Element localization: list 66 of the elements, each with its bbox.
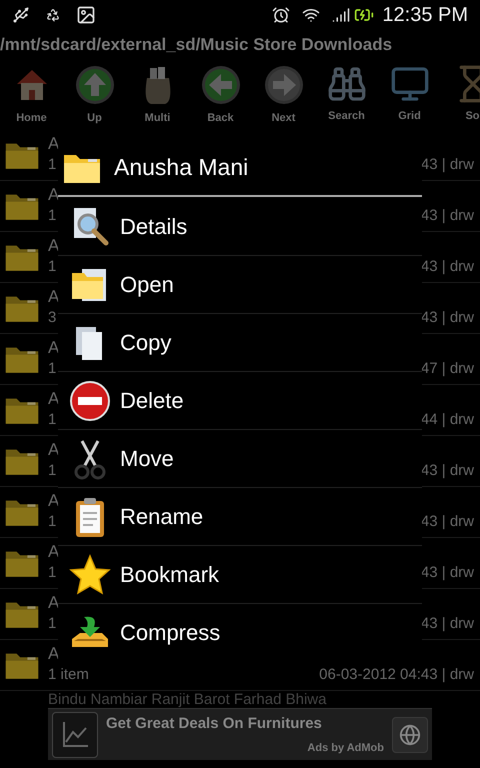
file-name: A bbox=[48, 286, 60, 307]
menu-item[interactable]: Delete bbox=[58, 371, 422, 429]
chart-icon bbox=[52, 712, 98, 758]
file-count: 1 bbox=[48, 358, 56, 379]
file-count: 1 bbox=[48, 410, 56, 430]
file-name: A bbox=[48, 338, 60, 358]
ad-footer: Ads by AdMob bbox=[307, 740, 384, 756]
toolbar-button[interactable]: Back bbox=[189, 60, 252, 130]
menu-item[interactable]: Copy bbox=[58, 313, 422, 371]
file-info: 43 | drw bbox=[420, 562, 474, 583]
file-info: 43 | drw bbox=[420, 206, 474, 226]
file-info: 43 | drw bbox=[420, 308, 474, 328]
file-info: 43 | drw bbox=[420, 614, 474, 634]
toolbar-button[interactable]: Search bbox=[315, 60, 378, 130]
menu-item[interactable]: Open bbox=[58, 255, 422, 313]
usb-icon bbox=[12, 6, 30, 24]
file-count: 1 bbox=[48, 614, 56, 634]
file-count: 1 bbox=[48, 256, 56, 277]
file-name: A bbox=[48, 490, 60, 511]
file-count: 1 bbox=[48, 154, 56, 175]
file-count: 1 bbox=[48, 562, 56, 583]
signal-icon bbox=[332, 6, 350, 24]
file-info: 43 | drw bbox=[420, 154, 474, 175]
file-info: 47 | drw bbox=[420, 358, 474, 379]
toolbar-button[interactable]: Home bbox=[0, 60, 63, 130]
file-count: 1 bbox=[48, 460, 56, 481]
file-name: A bbox=[48, 184, 60, 205]
clock: 12:35 PM bbox=[382, 3, 468, 28]
no-entry-icon bbox=[68, 378, 112, 422]
wifi-icon bbox=[302, 6, 320, 24]
file-name: A bbox=[48, 644, 60, 664]
file-name: A bbox=[48, 134, 60, 154]
file-name: A bbox=[48, 440, 60, 460]
menu-item[interactable]: Rename bbox=[58, 487, 422, 545]
toolbar-button[interactable]: So bbox=[441, 60, 480, 130]
file-info: 43 | drw bbox=[420, 256, 474, 277]
star-icon bbox=[68, 552, 112, 596]
file-name: Bindu Nambiar Ranjit Barot Farhad Bhiwa bbox=[48, 691, 326, 708]
file-count: 1 item bbox=[48, 664, 89, 685]
file-name: A bbox=[48, 388, 60, 409]
toolbar-button[interactable]: Grid bbox=[378, 60, 441, 130]
menu-title: Anusha Mani bbox=[114, 153, 248, 182]
file-count: 1 bbox=[48, 512, 56, 532]
path-text: /mnt/sdcard/external_sd/Music Store Downloads bbox=[0, 34, 392, 56]
ad-banner[interactable]: Get Great Deals On Furnitures Ads by AdMob bbox=[48, 708, 432, 760]
file-info: 06-03-2012 04:43 | drw bbox=[319, 664, 474, 685]
toolbar-button[interactable]: Up bbox=[63, 60, 126, 130]
globe-icon bbox=[392, 716, 428, 752]
file-count: 1 bbox=[48, 206, 56, 226]
file-name: A bbox=[48, 542, 60, 562]
toolbar-button[interactable]: Next bbox=[252, 60, 315, 130]
file-name: A bbox=[48, 236, 60, 256]
file-count: 3 bbox=[48, 308, 56, 328]
file-info: 43 | drw bbox=[420, 460, 474, 481]
menu-item[interactable]: Move bbox=[58, 429, 422, 487]
image-icon bbox=[76, 5, 96, 25]
alarm-icon bbox=[272, 6, 290, 24]
menu-item[interactable]: Compress bbox=[58, 603, 422, 661]
menu-item[interactable]: Bookmark bbox=[58, 545, 422, 603]
toolbar-button[interactable]: Multi bbox=[126, 60, 189, 130]
file-name: A bbox=[48, 592, 60, 613]
file-info: 43 | drw bbox=[420, 512, 474, 532]
ad-title: Get Great Deals On Furnitures bbox=[106, 714, 323, 734]
recycle-icon bbox=[46, 8, 60, 22]
file-info: 44 | drw bbox=[420, 410, 474, 430]
menu-item[interactable]: Details bbox=[58, 197, 422, 255]
